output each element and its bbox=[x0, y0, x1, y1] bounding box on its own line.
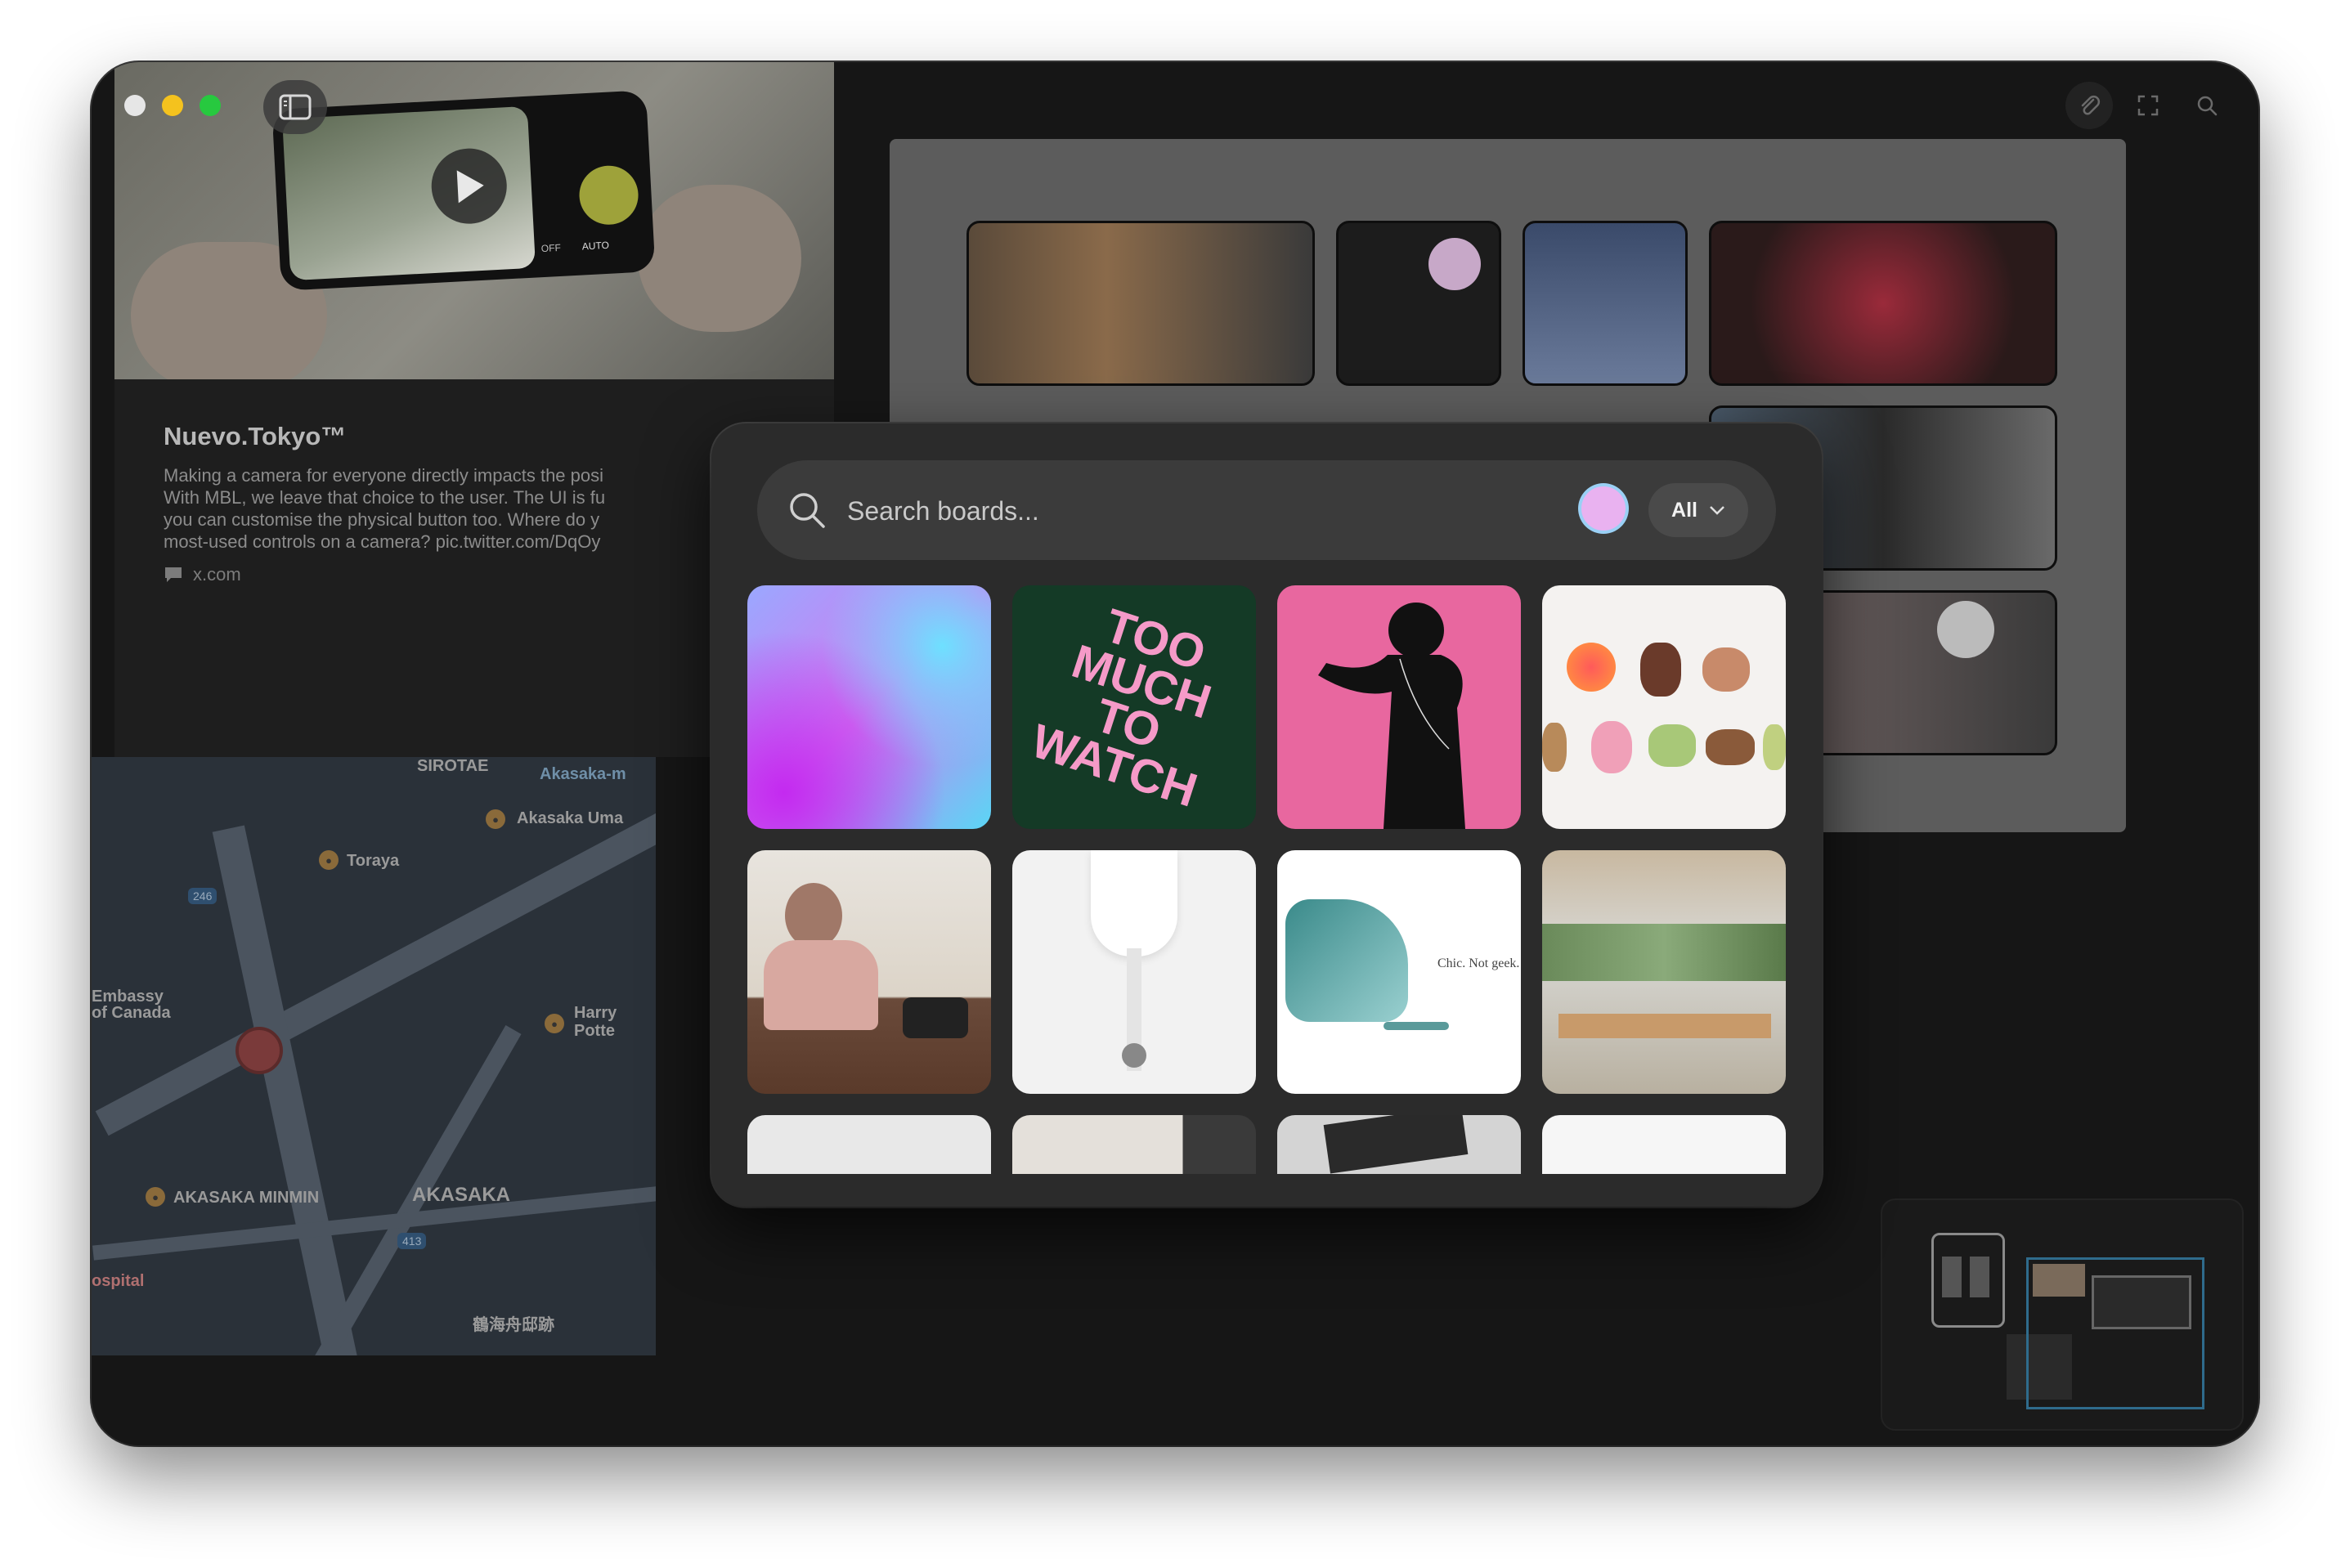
board-tile-man-with-binoculars[interactable] bbox=[747, 850, 991, 1094]
search-bar[interactable]: All bbox=[757, 460, 1776, 560]
tweet-title: Nuevo.Tokyo™ bbox=[164, 422, 347, 450]
map-label: ospital bbox=[92, 1272, 145, 1290]
tweet-photo: OFF AUTO bbox=[114, 62, 834, 379]
map-pin-icon: ● bbox=[545, 1014, 564, 1033]
dial-shape bbox=[1937, 601, 1994, 658]
phone-label-off: OFF bbox=[540, 241, 562, 255]
map-label: of Canada bbox=[92, 1004, 171, 1022]
board-tile-device-chart[interactable] bbox=[1277, 1115, 1521, 1174]
map-label: Akasaka-m bbox=[540, 765, 626, 783]
map-label: AKASAKA MINMIN bbox=[173, 1189, 320, 1207]
paperclip-icon bbox=[2081, 95, 2101, 115]
board-tile-gradient[interactable] bbox=[747, 585, 991, 829]
map-pin-icon: ● bbox=[486, 809, 505, 829]
map-label: Potte bbox=[574, 1022, 615, 1040]
maximize-button[interactable] bbox=[200, 95, 221, 116]
window-controls bbox=[124, 95, 221, 116]
search-button[interactable] bbox=[2183, 82, 2231, 129]
silhouette-image bbox=[1318, 603, 1465, 829]
board-tile-imac-chic-not-geek[interactable]: Chic. Not geek. bbox=[1277, 850, 1521, 1094]
phone-image: OFF AUTO bbox=[271, 90, 656, 291]
map-card[interactable]: SIROTAE Akasaka-m ● Akasaka Uma ● Toraya… bbox=[92, 757, 656, 1355]
color-filter-swatch[interactable] bbox=[1581, 486, 1626, 531]
fullscreen-icon bbox=[2137, 95, 2159, 116]
camera-screenshot bbox=[1336, 221, 1501, 386]
board-tile-white-product[interactable] bbox=[1012, 850, 1256, 1094]
source-link[interactable]: x.com bbox=[193, 564, 241, 585]
sidebar-toggle-button[interactable] bbox=[263, 80, 327, 134]
close-button[interactable] bbox=[124, 95, 146, 116]
map-road bbox=[212, 825, 364, 1355]
board-grid: TOO MUCH TO WATCH Chic. Not geek. bbox=[747, 585, 1786, 1174]
minimize-button[interactable] bbox=[162, 95, 183, 116]
attach-button[interactable] bbox=[2065, 82, 2113, 129]
map-label: AKASAKA bbox=[412, 1184, 510, 1206]
dial-shape bbox=[1428, 238, 1481, 290]
comment-icon bbox=[165, 567, 182, 582]
app-window: OFF AUTO Nuevo.Tokyo™ Making a camera fo… bbox=[92, 62, 2258, 1445]
map-label: Toraya bbox=[347, 852, 400, 870]
board-search-panel: All TOO MUCH TO WATCH bbox=[711, 423, 1822, 1207]
map-label: 鶴海舟邸跡 bbox=[473, 1316, 554, 1334]
search-icon bbox=[2197, 96, 2218, 116]
map-pin-icon: ● bbox=[146, 1187, 165, 1207]
ad-tagline: Chic. Not geek. bbox=[1437, 956, 1520, 970]
map-label: SIROTAE bbox=[417, 757, 489, 775]
tweet-source[interactable]: x.com bbox=[164, 564, 241, 585]
board-tile-ipod-silhouette[interactable] bbox=[1277, 585, 1521, 829]
camera-dial bbox=[577, 164, 640, 226]
board-tile-white-partial[interactable] bbox=[1542, 1115, 1786, 1174]
search-input[interactable] bbox=[845, 483, 1519, 539]
top-toolbar bbox=[2065, 82, 2231, 129]
phone-label-auto: AUTO bbox=[581, 239, 610, 253]
map-label: Harry bbox=[574, 1004, 617, 1022]
filter-label: All bbox=[1671, 498, 1697, 522]
route-badge: 246 bbox=[188, 888, 218, 904]
map-pin-icon: ● bbox=[319, 850, 339, 870]
map-label: Akasaka Uma bbox=[517, 809, 624, 827]
route-badge: 413 bbox=[397, 1233, 427, 1249]
board-tile-color-blobs[interactable] bbox=[1542, 585, 1786, 829]
board-tile-room-partial[interactable] bbox=[1012, 1115, 1256, 1174]
search-icon bbox=[787, 490, 827, 535]
board-tile-too-much-to-watch[interactable]: TOO MUCH TO WATCH bbox=[1012, 585, 1256, 829]
hand-shape bbox=[638, 185, 801, 332]
camera-screenshot bbox=[1709, 221, 2057, 386]
camera-screenshot bbox=[1523, 221, 1688, 386]
filter-dropdown[interactable]: All bbox=[1648, 483, 1748, 537]
minimap-viewport[interactable] bbox=[2026, 1257, 2204, 1409]
fullscreen-button[interactable] bbox=[2124, 82, 2172, 129]
minimap-phone-icon bbox=[1931, 1233, 2005, 1328]
poster-text: TOO MUCH TO WATCH bbox=[1025, 598, 1218, 818]
minimap[interactable] bbox=[1881, 1198, 2244, 1431]
map-location-marker[interactable] bbox=[235, 1027, 283, 1074]
board-tile-apple-store-interior[interactable] bbox=[1542, 850, 1786, 1094]
board-tile-keyboard-grid[interactable] bbox=[747, 1115, 991, 1174]
chevron-down-icon bbox=[1710, 506, 1724, 515]
camera-screenshot bbox=[966, 221, 1315, 386]
sidebar-icon bbox=[279, 94, 312, 120]
